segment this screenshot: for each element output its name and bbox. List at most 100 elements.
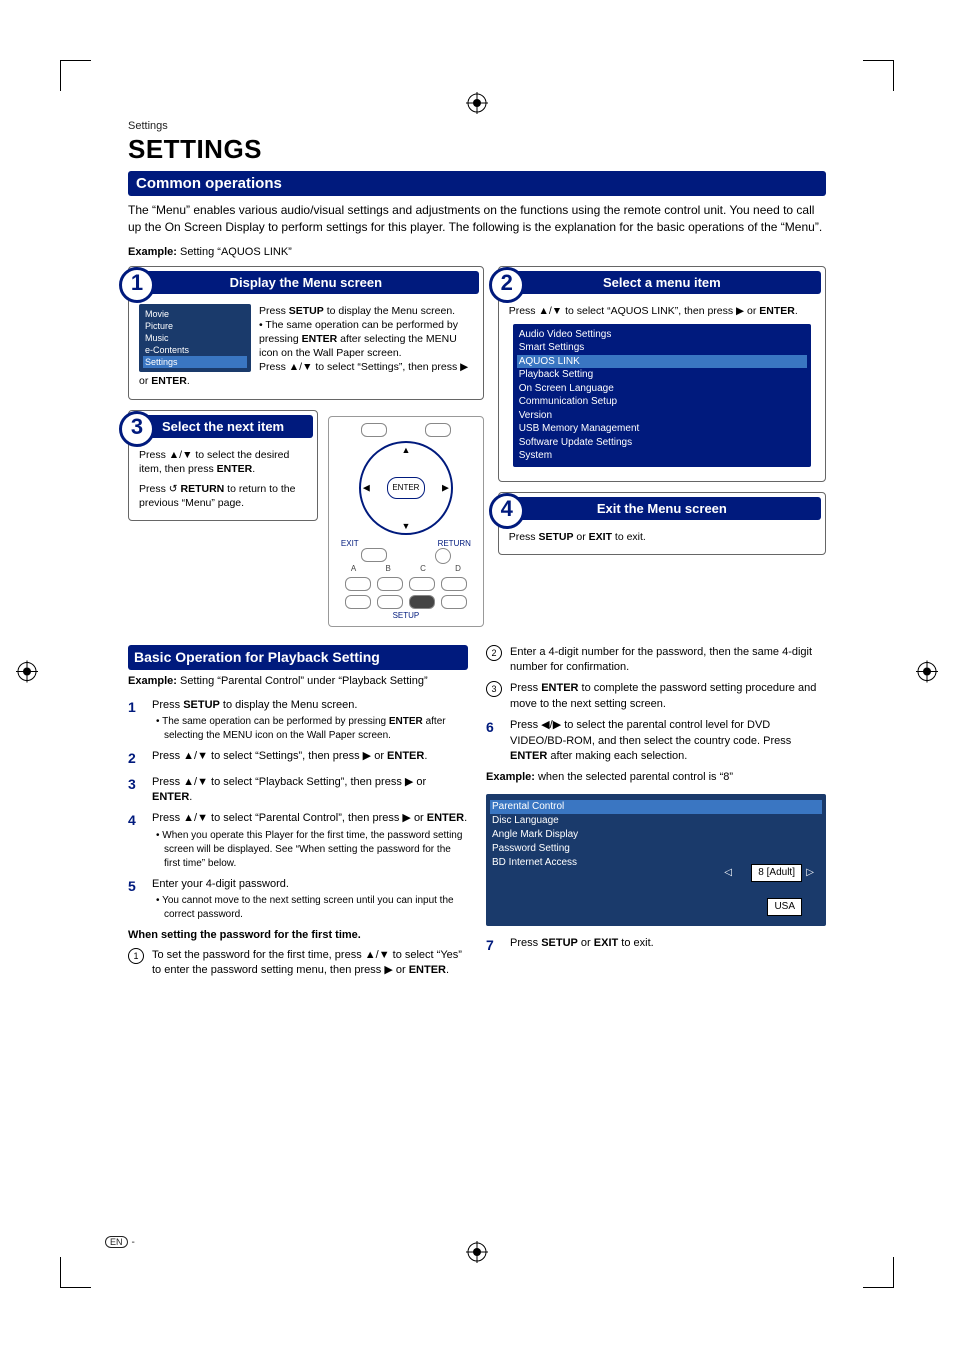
dpad: ▲ ▼ ◀ ▶ ENTER <box>359 441 453 535</box>
step-4-title: Exit the Menu screen <box>597 501 727 516</box>
menu-item: Picture <box>145 320 245 332</box>
playback-setting-panel: Parental Control Disc Language Angle Mar… <box>486 794 826 926</box>
remote-diagram: ▲ ▼ ◀ ▶ ENTER EXIT RETURN <box>328 416 484 627</box>
step-number: 4 <box>128 811 144 870</box>
example-line-3: Example: when the selected parental cont… <box>486 770 826 785</box>
page-footer: EN- <box>105 1237 135 1248</box>
circled-2-icon: 2 <box>486 645 502 661</box>
example-text: when the selected parental control is “8… <box>535 771 733 783</box>
example-line: Example: Setting “AQUOS LINK” <box>128 246 826 258</box>
abcd-label: A <box>351 564 356 573</box>
step-4-number: 4 <box>489 493 525 529</box>
step-number: 6 <box>486 718 502 764</box>
registration-mark <box>916 661 938 688</box>
menu-item: Movie <box>145 308 245 320</box>
step-number: 5 <box>128 877 144 922</box>
menu-item-selected: AQUOS LINK <box>517 355 807 369</box>
step-text: Press ▲/▼ to select “Settings”, then pre… <box>152 749 468 769</box>
registration-mark <box>16 661 38 688</box>
step-1-number: 1 <box>119 267 155 303</box>
menu-item: e-Contents <box>145 344 245 356</box>
abcd-label: C <box>420 564 426 573</box>
parental-level-value: 8 [Adult] <box>751 864 802 882</box>
left-arrow-icon: ◁ <box>724 866 732 880</box>
right-step-3: Press ENTER to complete the password set… <box>510 681 826 712</box>
step-text: Press ◀/▶ to select the parental control… <box>510 718 826 764</box>
abcd-label: D <box>455 564 461 573</box>
right-arrow-icon: ▷ <box>806 866 814 880</box>
menu-item: Angle Mark Display <box>492 828 820 842</box>
step-text: Press ▲/▼ to select “Playback Setting”, … <box>152 775 468 806</box>
circled-1-icon: 1 <box>128 948 144 964</box>
remote-button <box>441 595 467 609</box>
exit-label: EXIT <box>341 539 359 548</box>
menu-item: Communication Setup <box>519 395 805 409</box>
menu-item: USB Memory Management <box>519 422 805 436</box>
step-3-header: 3 Select the next item <box>133 415 313 438</box>
step-2-header: 2 Select a menu item <box>503 271 821 294</box>
example-label: Example: <box>486 771 535 783</box>
remote-button <box>377 595 403 609</box>
step-4-text: Press SETUP or EXIT to exit. <box>509 530 815 544</box>
step-number: 7 <box>486 936 502 956</box>
up-arrow-icon: ▲ <box>401 445 410 455</box>
step-3-title: Select the next item <box>162 419 284 434</box>
menu-item: System <box>519 449 805 463</box>
step-sub: • You cannot move to the next setting sc… <box>152 894 468 922</box>
step-number: 2 <box>128 749 144 769</box>
step-3-line: Press ▲/▼ to select the desired item, th… <box>139 448 307 476</box>
step-text: Press SETUP to display the Menu screen. <box>152 699 357 711</box>
step-4-header: 4 Exit the Menu screen <box>503 497 821 520</box>
language-badge: EN <box>105 1236 128 1248</box>
color-button <box>345 577 371 591</box>
menu-item: Playback Setting <box>519 368 805 382</box>
setup-button <box>409 595 435 609</box>
circled-3-icon: 3 <box>486 681 502 697</box>
menu-item-selected: Parental Control <box>490 800 822 814</box>
first-time-header: When setting the password for the first … <box>128 928 468 943</box>
intro-text: The “Menu” enables various audio/visual … <box>128 202 826 236</box>
left-arrow-icon: ◀ <box>363 482 370 493</box>
breadcrumb: Settings <box>128 120 826 132</box>
registration-mark <box>466 1241 488 1268</box>
example-text: Setting “Parental Control” under “Playba… <box>177 675 428 687</box>
section-header-basic-operation: Basic Operation for Playback Setting <box>128 645 468 671</box>
menu-item: Smart Settings <box>519 341 805 355</box>
step-text: Press ▲/▼ to select “Parental Control”, … <box>152 812 467 824</box>
footer-dash: - <box>132 1237 135 1248</box>
step-3-number: 3 <box>119 411 155 447</box>
step-number: 1 <box>128 698 144 743</box>
example-text: Setting “AQUOS LINK” <box>177 246 292 258</box>
enter-button: ENTER <box>387 477 425 499</box>
menu-item: On Screen Language <box>519 382 805 396</box>
abcd-label: B <box>386 564 391 573</box>
page-title: SETTINGS <box>128 134 826 165</box>
remote-button <box>361 423 387 437</box>
step-1-title: Display the Menu screen <box>230 275 382 290</box>
menu-item: Disc Language <box>492 814 820 828</box>
step-1-box: 1 Display the Menu screen Movie Picture … <box>128 266 484 400</box>
menu-item: Audio Video Settings <box>519 328 805 342</box>
example-label: Example: <box>128 675 177 687</box>
left-menu-panel: Movie Picture Music e-Contents Settings <box>139 304 251 373</box>
registration-mark <box>466 92 488 119</box>
step-number: 3 <box>128 775 144 806</box>
menu-item: Music <box>145 332 245 344</box>
right-step-2: Enter a 4-digit number for the password,… <box>510 645 826 676</box>
step-2-text: Press ▲/▼ to select “AQUOS LINK”, then p… <box>509 304 815 318</box>
menu-item: Software Update Settings <box>519 436 805 450</box>
color-button <box>441 577 467 591</box>
menu-item: Version <box>519 409 805 423</box>
example-label: Example: <box>128 246 177 258</box>
first-time-text: To set the password for the first time, … <box>152 948 468 979</box>
step-text: Enter your 4-digit password. <box>152 878 289 890</box>
menu-item: Password Setting <box>492 842 820 856</box>
playback-steps-right: 6 Press ◀/▶ to select the parental contr… <box>486 718 826 764</box>
step-sub: • The same operation can be performed by… <box>152 715 468 743</box>
example-line-2: Example: Setting “Parental Control” unde… <box>128 674 468 689</box>
playback-steps-list: 1 Press SETUP to display the Menu screen… <box>128 698 468 923</box>
step-sub: • When you operate this Player for the f… <box>152 829 468 871</box>
remote-button <box>425 423 451 437</box>
remote-button <box>345 595 371 609</box>
exit-button <box>361 548 387 562</box>
